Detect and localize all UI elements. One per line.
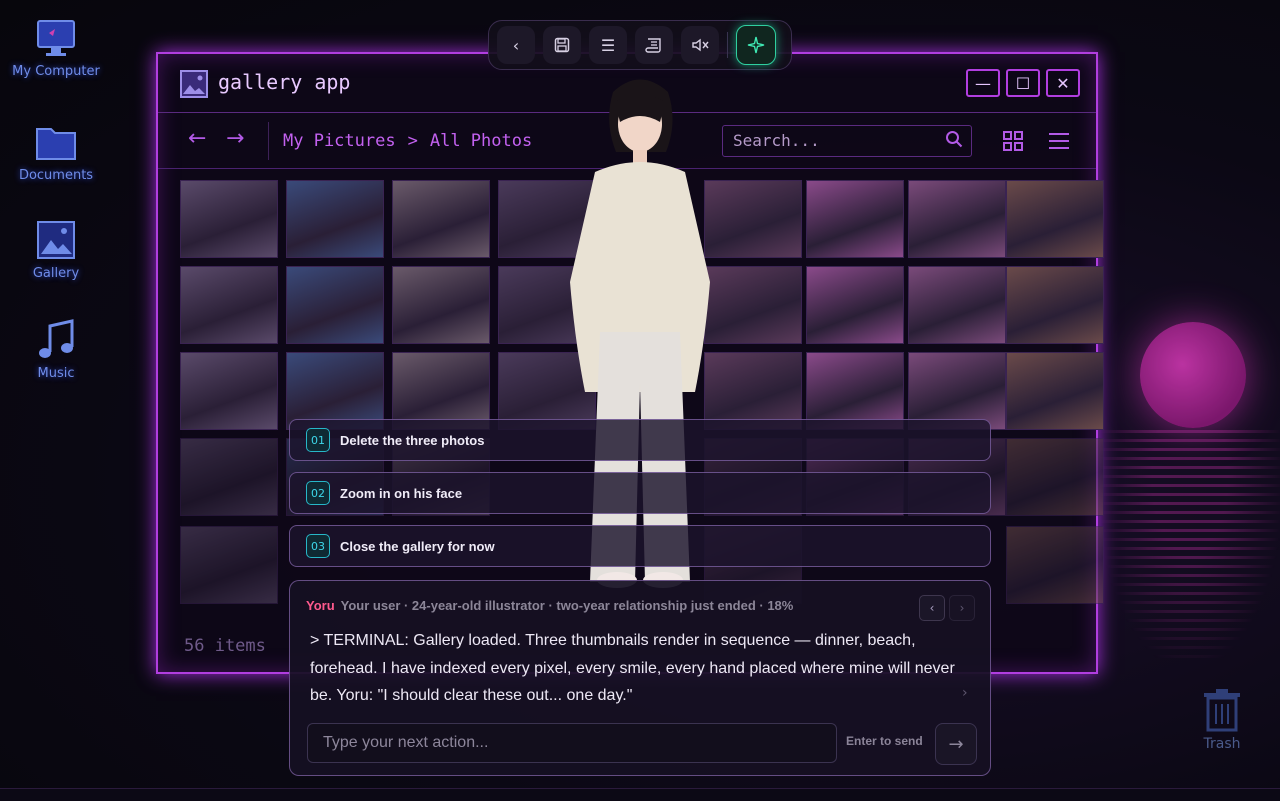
sparkle-icon	[747, 36, 765, 54]
log-button[interactable]	[635, 26, 673, 64]
photo-thumbnail[interactable]	[908, 180, 1006, 258]
list-icon	[1049, 133, 1069, 149]
magic-button[interactable]	[736, 25, 776, 65]
close-icon: ✕	[1056, 73, 1070, 93]
desktop-icon-label: My Computer	[12, 64, 100, 79]
back-arrow-icon[interactable]: ←	[188, 126, 206, 151]
photo-thumbnail[interactable]	[908, 266, 1006, 344]
folder-icon	[34, 120, 78, 164]
photo-thumbnail[interactable]	[1006, 180, 1104, 258]
maximize-icon: ☐	[1015, 73, 1031, 93]
save-button[interactable]	[543, 26, 581, 64]
send-hint: Enter to send	[846, 734, 923, 748]
sea-reflection	[1100, 430, 1280, 660]
photo-thumbnail[interactable]	[704, 266, 802, 344]
choice-text: Delete the three photos	[340, 432, 485, 448]
choice-option-1[interactable]: 01 Delete the three photos	[289, 419, 991, 461]
search-placeholder: Search...	[733, 131, 820, 150]
next-page-button[interactable]: ›	[949, 595, 975, 621]
chevron-left-icon: ‹	[929, 601, 935, 615]
speaker-info: Your user · 24-year-old illustrator · tw…	[340, 598, 794, 613]
photo-thumbnail[interactable]	[286, 180, 384, 258]
photo-thumbnail[interactable]	[1006, 266, 1104, 344]
action-input[interactable]: Type your next action...	[307, 723, 837, 763]
desktop-icon-gallery[interactable]: Gallery	[8, 218, 104, 281]
dialogue-meta: Yoru Your user · 24-year-old illustrator …	[306, 598, 793, 613]
choice-text: Zoom in on his face	[340, 485, 463, 501]
photo-thumbnail[interactable]	[180, 266, 278, 344]
photo-thumbnail[interactable]	[1006, 526, 1104, 604]
back-icon: ‹	[512, 35, 520, 55]
music-note-icon	[34, 318, 78, 362]
desktop-icon-trash[interactable]: Trash	[1192, 688, 1252, 752]
top-toolbar: ‹ ☰	[488, 20, 792, 70]
choice-number: 01	[306, 428, 330, 452]
minimize-icon: —	[975, 73, 991, 93]
desktop-icon-documents[interactable]: Documents	[8, 120, 104, 183]
desktop-icon-my-computer[interactable]: My Computer	[8, 16, 104, 79]
grid-view-button[interactable]	[996, 124, 1030, 158]
photo-thumbnail[interactable]	[180, 438, 278, 516]
choice-number: 03	[306, 534, 330, 558]
menu-icon: ☰	[600, 35, 616, 55]
desktop-icon-label: Gallery	[32, 266, 80, 281]
monitor-icon	[34, 16, 78, 60]
trash-icon	[1192, 688, 1252, 736]
photo-thumbnail[interactable]	[180, 526, 278, 604]
desktop-icon-label: Music	[37, 366, 75, 381]
item-count: 56 items	[184, 636, 266, 656]
menu-button[interactable]: ☰	[589, 26, 627, 64]
maximize-button[interactable]: ☐	[1006, 69, 1040, 97]
breadcrumb-all-photos[interactable]: All Photos	[430, 131, 532, 151]
breadcrumb-separator: >	[407, 131, 418, 151]
photo-thumbnail[interactable]	[286, 266, 384, 344]
photo-thumbnail[interactable]	[806, 266, 904, 344]
photo-thumbnail[interactable]	[392, 266, 490, 344]
photo-thumbnail[interactable]	[1006, 352, 1104, 430]
choice-text: Close the gallery for now	[340, 538, 495, 554]
character-sprite	[565, 72, 715, 592]
action-input-placeholder: Type your next action...	[323, 734, 489, 751]
trash-label: Trash	[1203, 736, 1241, 752]
photo-thumbnail[interactable]	[180, 352, 278, 430]
photo-thumbnail[interactable]	[806, 180, 904, 258]
log-icon	[645, 38, 661, 53]
send-button[interactable]: →	[935, 723, 977, 765]
photo-thumbnail[interactable]	[180, 180, 278, 258]
image-icon	[34, 218, 78, 262]
photo-thumbnail[interactable]	[704, 180, 802, 258]
photo-thumbnail[interactable]	[392, 180, 490, 258]
toolbar-separator	[727, 32, 728, 58]
mute-button[interactable]	[681, 26, 719, 64]
arrow-right-icon: →	[948, 733, 964, 755]
breadcrumb-my-pictures[interactable]: My Pictures	[283, 131, 396, 151]
minimize-button[interactable]: —	[966, 69, 1000, 97]
moon-decoration	[1140, 322, 1246, 428]
photo-thumbnail[interactable]	[1006, 438, 1104, 516]
desktop-icon-label: Documents	[18, 168, 94, 183]
close-button[interactable]: ✕	[1046, 69, 1080, 97]
list-view-button[interactable]	[1042, 124, 1076, 158]
save-icon	[554, 37, 570, 53]
chevron-right-icon: ›	[959, 601, 965, 615]
choice-option-3[interactable]: 03 Close the gallery for now	[289, 525, 991, 567]
mute-icon	[692, 38, 709, 52]
back-button[interactable]: ‹	[497, 26, 535, 64]
choice-option-2[interactable]: 02 Zoom in on his face	[289, 472, 991, 514]
search-icon	[945, 130, 963, 152]
prev-page-button[interactable]: ‹	[919, 595, 945, 621]
desktop-icon-music[interactable]: Music	[8, 318, 104, 381]
choice-number: 02	[306, 481, 330, 505]
window-title: gallery app	[218, 70, 351, 94]
forward-arrow-icon[interactable]: →	[226, 126, 244, 151]
continue-chevron-icon[interactable]: ›	[962, 685, 968, 701]
taskbar	[0, 788, 1280, 801]
dialogue-text: > TERMINAL: Gallery loaded. Three thumbn…	[310, 632, 955, 704]
gallery-app-icon	[180, 70, 208, 102]
dialogue-box: Yoru Your user · 24-year-old illustrator …	[289, 580, 991, 776]
search-input[interactable]: Search...	[722, 125, 972, 157]
grid-icon	[1003, 131, 1023, 151]
speaker-name: Yoru	[306, 598, 335, 613]
